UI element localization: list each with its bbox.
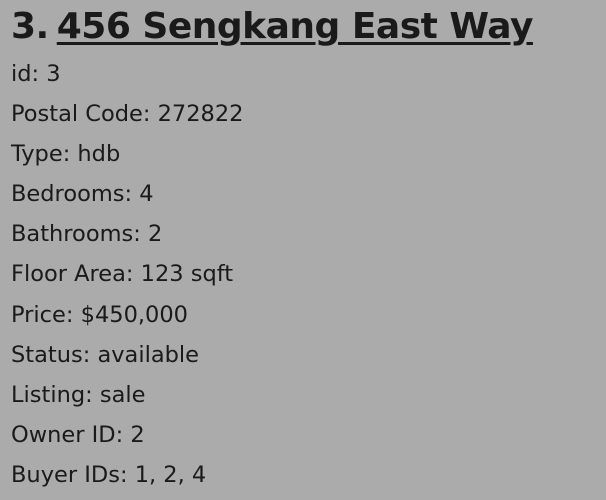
field-label: Type (11, 141, 63, 168)
field-value: hdb (77, 141, 121, 168)
field-value: available (97, 341, 199, 368)
listing-detail: 3. 456 Sengkang East Way id: 3 Postal Cod… (0, 0, 606, 500)
field-label: Postal Code (11, 101, 143, 128)
field-listing: Listing: sale (11, 381, 146, 408)
field-label: Listing (11, 381, 86, 408)
field-label: id (11, 61, 32, 87)
field-label: Bathrooms (11, 221, 134, 248)
field-label: Buyer IDs (11, 461, 120, 488)
field-value: 1, 2, 4 (134, 461, 207, 488)
field-value: 2 (147, 221, 163, 248)
field-value: 2 (130, 421, 145, 448)
field-price: Price: $450,000 (11, 301, 188, 328)
field-bathrooms: Bathrooms: 2 (11, 221, 163, 248)
field-bedrooms: Bedrooms: 4 (11, 181, 154, 208)
field-value: sale (99, 381, 146, 408)
field-value: 272822 (157, 101, 244, 128)
listing-title: 3. 456 Sengkang East Way (11, 0, 606, 54)
field-value: 4 (139, 181, 154, 208)
field-value: $450,000 (80, 301, 188, 328)
field-floor-area: Floor Area: 123 sqft (11, 261, 234, 288)
listing-address-link[interactable]: 456 Sengkang East Way (57, 6, 534, 47)
field-label: Floor Area (11, 261, 126, 288)
listing-number: 3. (11, 6, 49, 47)
field-status: Status: available (11, 341, 199, 368)
field-label: Owner ID (11, 421, 116, 448)
field-label: Bedrooms (11, 181, 125, 208)
field-owner-id: Owner ID: 2 (11, 421, 145, 448)
field-postal-code: Postal Code: 272822 (11, 101, 244, 128)
field-label: Status (11, 341, 83, 368)
field-id: id: 3 (11, 61, 61, 87)
field-buyer-ids: Buyer IDs: 1, 2, 4 (11, 461, 207, 488)
field-type: Type: hdb (11, 141, 121, 168)
field-value: 3 (46, 61, 61, 87)
field-value: 123 sqft (140, 261, 234, 288)
field-label: Price (11, 301, 66, 328)
listing-fields: id: 3 Postal Code: 272822 Type: hdb Bedr… (11, 54, 606, 495)
